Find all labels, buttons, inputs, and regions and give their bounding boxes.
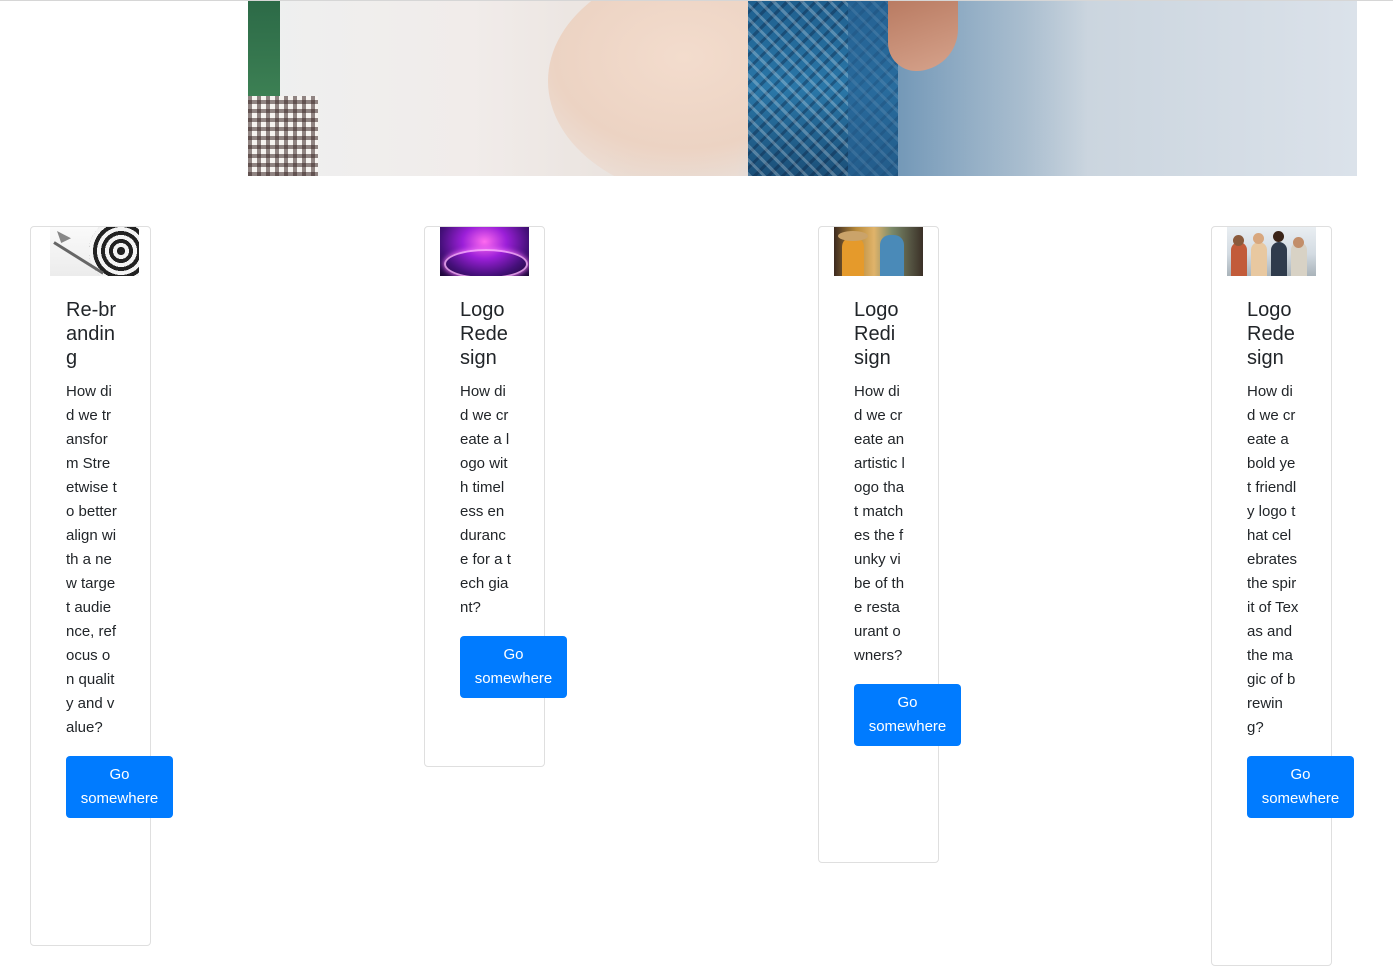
group-cheers-image bbox=[1227, 227, 1316, 276]
project-card: Logo Redesign How did we create a bold y… bbox=[1211, 226, 1354, 966]
person-figure bbox=[842, 237, 864, 276]
person-figure bbox=[1231, 242, 1247, 276]
dart-flight bbox=[57, 231, 71, 243]
go-somewhere-button[interactable]: Go somewhere bbox=[854, 684, 961, 746]
person-figure bbox=[1251, 242, 1267, 276]
restaurant-friends-image bbox=[834, 227, 923, 276]
card-title: Logo Redesign bbox=[1247, 299, 1295, 369]
go-somewhere-button[interactable]: Go somewhere bbox=[1247, 756, 1354, 818]
project-card: Logo Redisign How did we create an artis… bbox=[818, 226, 961, 863]
project-card: Logo Redesign How did we create a logo w… bbox=[424, 226, 567, 767]
person-figure bbox=[1271, 242, 1287, 276]
go-somewhere-button[interactable]: Go somewhere bbox=[460, 636, 567, 698]
card-title: Logo Redesign bbox=[460, 299, 508, 369]
card-text: How did we create an artistic logo that … bbox=[854, 383, 905, 664]
person-head bbox=[1233, 235, 1244, 246]
card-body: Logo Redesign How did we create a logo w… bbox=[460, 298, 567, 698]
card-body: Logo Redisign How did we create an artis… bbox=[854, 298, 961, 746]
card-text: How did we create a logo with timeless e… bbox=[460, 383, 511, 616]
card-title: Logo Redisign bbox=[854, 299, 899, 369]
neon-purple-image bbox=[440, 227, 529, 276]
go-somewhere-button[interactable]: Go somewhere bbox=[66, 756, 173, 818]
person-head bbox=[1293, 237, 1304, 248]
hero-banner-image bbox=[248, 1, 1357, 176]
card-body: Logo Redesign How did we create a bold y… bbox=[1247, 298, 1354, 818]
card-title: Re-branding bbox=[66, 299, 117, 369]
person-head bbox=[1253, 233, 1264, 244]
card-body: Re-branding How did we transform Streetw… bbox=[66, 298, 173, 818]
card-text: How did we create a bold yet friendly lo… bbox=[1247, 383, 1299, 736]
person-head bbox=[1273, 231, 1284, 242]
person-figure bbox=[880, 235, 904, 276]
project-card: Re-branding How did we transform Streetw… bbox=[30, 226, 173, 946]
hero-blur bbox=[848, 1, 1088, 176]
dartboard-image bbox=[50, 227, 139, 276]
hat-shape bbox=[838, 231, 868, 241]
hero-checked-sleeve bbox=[248, 96, 318, 176]
neon-ring bbox=[444, 249, 528, 276]
card-text: How did we transform Streetwise to bette… bbox=[66, 383, 117, 736]
